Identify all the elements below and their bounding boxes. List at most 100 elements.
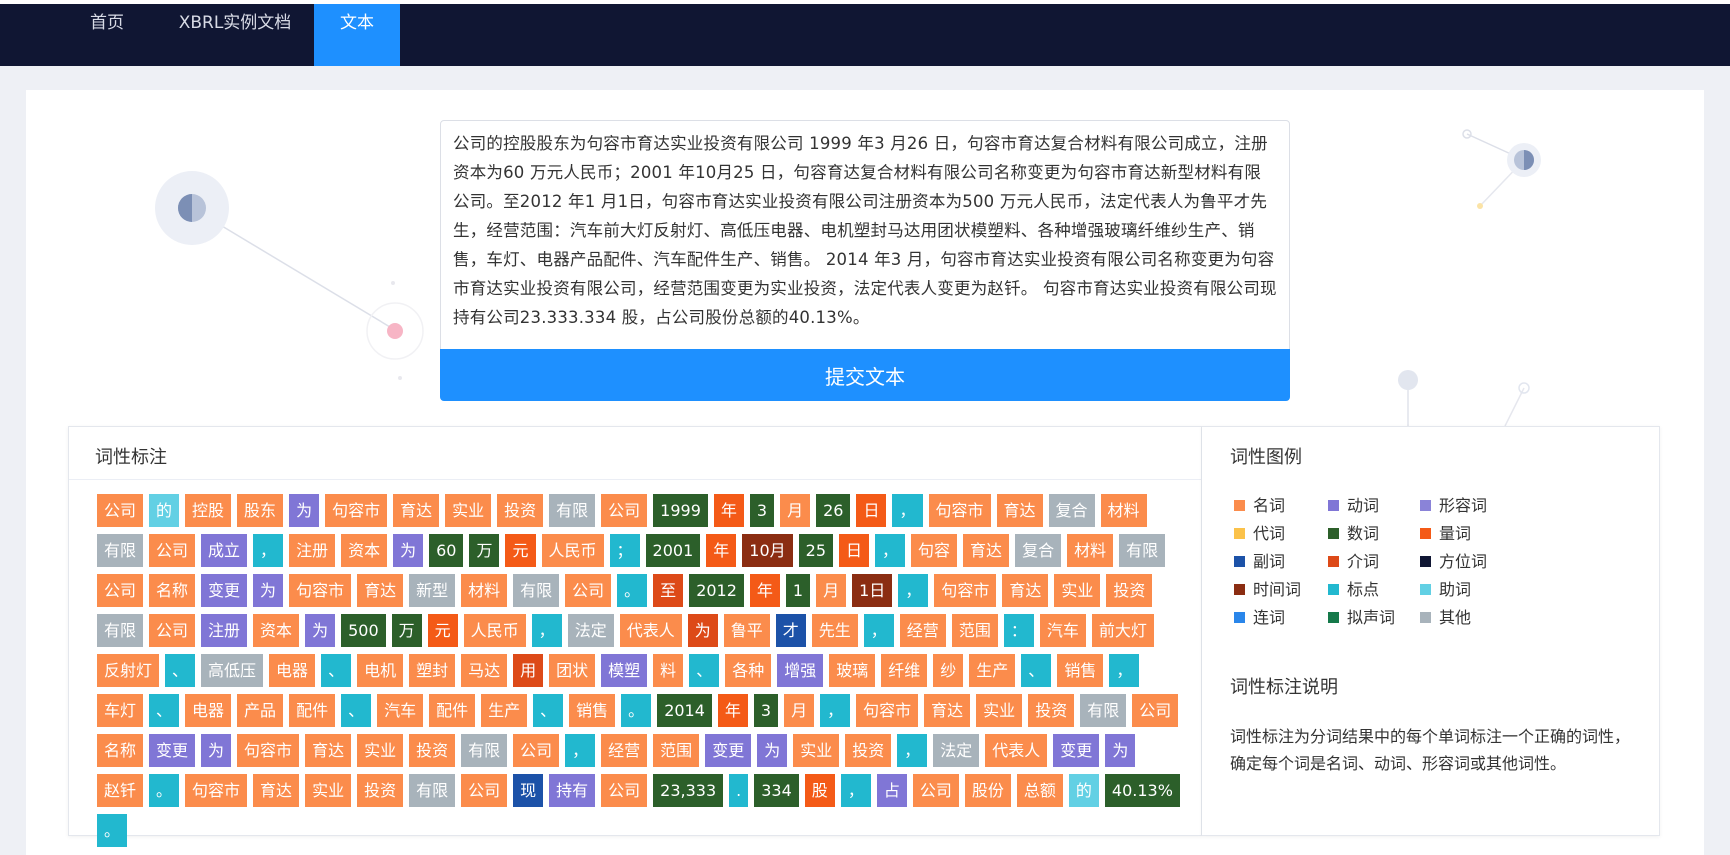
- pos-token: 范围: [951, 614, 998, 647]
- legend-label: 方位词: [1439, 552, 1488, 571]
- pos-token: 实业: [305, 774, 352, 807]
- pos-token: 2001: [645, 534, 701, 567]
- pos-token: 车灯: [97, 694, 144, 727]
- pos-token: 500: [341, 614, 386, 647]
- legend-label: 时间词: [1253, 580, 1302, 599]
- pos-token: 1日: [852, 574, 893, 607]
- pos-token: 育达: [305, 734, 352, 767]
- pos-token: 句容: [911, 534, 958, 567]
- pos-token: 范围: [653, 734, 700, 767]
- pos-token: 各种: [725, 654, 772, 687]
- pos-token: 育达: [1002, 574, 1049, 607]
- legend-swatch: [1420, 556, 1431, 567]
- pos-token: 育达: [963, 534, 1010, 567]
- submit-text-button[interactable]: 提交文本: [440, 349, 1290, 401]
- pos-token: ，: [863, 614, 894, 647]
- pos-token: 控股: [185, 494, 232, 527]
- panel-divider: [69, 479, 1201, 480]
- pos-token: 玻璃: [829, 654, 876, 687]
- pos-token: 为: [305, 614, 336, 647]
- pos-token: 投资: [1106, 574, 1153, 607]
- nav-xbrl-instance[interactable]: XBRL实例文档: [160, 4, 310, 66]
- legend-swatch: [1328, 584, 1339, 595]
- pos-token: 投资: [1028, 694, 1075, 727]
- pos-token: ：: [1003, 614, 1034, 647]
- pos-token: 销售: [569, 694, 616, 727]
- pos-token: 60: [429, 534, 464, 567]
- pos-token: 团状: [549, 654, 596, 687]
- pos-token: 股份: [964, 774, 1011, 807]
- pos-token: 复合: [1015, 534, 1062, 567]
- pos-token: 。: [149, 774, 180, 807]
- pos-token: ，: [840, 774, 871, 807]
- pos-token: 实业: [1054, 574, 1101, 607]
- pos-tagging-panel: 词性标注 公司的控股 股东为句容市 育达 实业 投资 有限 公司 1999 年 3 月 26 日，句容市…: [68, 426, 1202, 847]
- pos-token: 公司: [149, 614, 196, 647]
- pos-token: 成立: [201, 534, 248, 567]
- pos-token: 纱: [933, 654, 964, 687]
- pos-token: 模塑: [601, 654, 648, 687]
- pos-token: 名称: [149, 574, 196, 607]
- legend-item-t: 时间词: [1234, 575, 1301, 605]
- pos-token: 总额: [1016, 774, 1063, 807]
- pos-token: 投资: [845, 734, 892, 767]
- pos-token: 注册: [289, 534, 336, 567]
- pos-token: 、: [689, 654, 720, 687]
- pos-token: 复合: [1048, 494, 1095, 527]
- pos-token: 25: [798, 534, 833, 567]
- pos-token: 电机: [357, 654, 404, 687]
- legend-item-r: 代词: [1234, 519, 1285, 549]
- text-input[interactable]: 公司的控股股东为句容市育达实业投资有限公司 1999 年3 月26 日，句容市育…: [440, 120, 1290, 350]
- pos-token: 公司: [1132, 694, 1179, 727]
- pos-token: .: [729, 774, 749, 807]
- legend-swatch: [1328, 500, 1339, 511]
- pos-token: 变更: [149, 734, 196, 767]
- pos-token: 投资: [409, 734, 456, 767]
- pos-token: 新型: [409, 574, 456, 607]
- legend-label: 名词: [1253, 496, 1286, 515]
- pos-token: 公司: [601, 774, 648, 807]
- legend-swatch: [1420, 584, 1431, 595]
- nav-text[interactable]: 文本: [314, 4, 400, 66]
- pos-token: 为: [1105, 734, 1136, 767]
- legend-item-u: 助词: [1420, 575, 1471, 605]
- pos-token: 、: [165, 654, 196, 687]
- pos-token: 塑封: [409, 654, 456, 687]
- pos-token: 为: [757, 734, 788, 767]
- pos-token: 股东: [237, 494, 284, 527]
- pos-token: 反射灯: [97, 654, 160, 687]
- pos-token: ，: [875, 534, 906, 567]
- pos-token: 高低压: [201, 654, 264, 687]
- pos-token: 人民币: [463, 614, 526, 647]
- pos-token: 育达: [924, 694, 971, 727]
- pos-token: 持有: [549, 774, 596, 807]
- pos-token: 电器: [269, 654, 316, 687]
- pos-token: 增强: [777, 654, 824, 687]
- pos-token: 334: [754, 774, 799, 807]
- pos-token: 有限: [97, 614, 144, 647]
- pos-token: 名称: [97, 734, 144, 767]
- legend-label: 连词: [1253, 608, 1286, 627]
- pos-token: 占: [876, 774, 907, 807]
- pos-token: 10月: [742, 534, 793, 567]
- pos-token: 电器: [185, 694, 232, 727]
- pos-token: 句容市: [237, 734, 300, 767]
- pos-token: 26: [816, 494, 851, 527]
- pos-token: 年: [713, 494, 744, 527]
- pos-token: 年: [706, 534, 737, 567]
- pos-token: 材料: [461, 574, 508, 607]
- pos-token: 汽车: [1039, 614, 1086, 647]
- pos-token: 资本: [253, 614, 300, 647]
- pos-token: 变更: [1053, 734, 1100, 767]
- pos-token: 经营: [601, 734, 648, 767]
- pos-token: 生产: [481, 694, 528, 727]
- pos-token: 经营: [899, 614, 946, 647]
- pos-token: 。: [97, 814, 128, 847]
- pos-token: ，: [892, 494, 923, 527]
- pos-token: 法定: [567, 614, 614, 647]
- legend-item-o: 拟声词: [1328, 603, 1395, 633]
- legend-item-p: 介词: [1328, 547, 1379, 577]
- pos-token: 万: [391, 614, 422, 647]
- legend-item-d: 副词: [1234, 547, 1285, 577]
- nav-home[interactable]: 首页: [72, 4, 142, 66]
